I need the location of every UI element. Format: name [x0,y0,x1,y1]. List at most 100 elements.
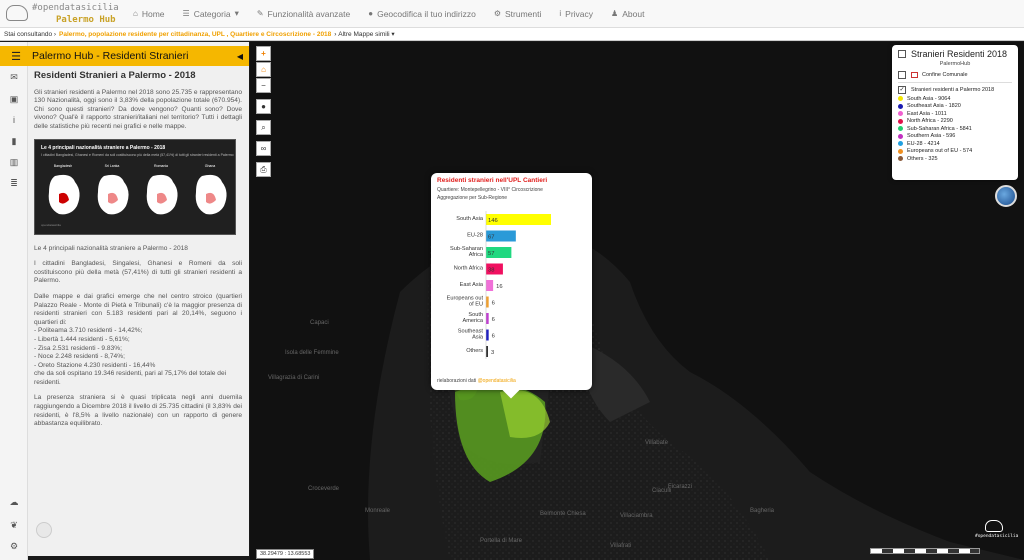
layer-checkbox[interactable]: ✓ [898,86,906,94]
legend-title: Stranieri Residenti 2018 [911,49,1008,59]
place-label: Villagrazia di Carini [268,375,319,381]
chart-icon[interactable]: ▥ [8,157,20,168]
legend-swatch [898,118,903,124]
category-label: Others [466,348,483,354]
place-label: Croceverde [308,486,340,492]
main-nav: ⌂ Home ☰ Categoria ▾ ✎ Funzionalità avanzate ● G… [124,8,653,19]
data-label: 67 [488,235,494,241]
breadcrumb-prefix: Stai consultando [4,30,53,38]
nav-label: Geocodifica il tuo indirizzo [377,8,476,19]
bar[interactable] [486,280,494,291]
boundary-label: Confine Comunale [922,72,968,78]
bookmark-icon[interactable]: ▮ [8,136,20,147]
legend-item-label: Southern Asia - 596 [907,133,956,139]
coordinate-readout: 38.29479 : 13.68553 [256,549,315,559]
legend-swatch [898,126,903,131]
popup-quartiere: Quartiere: Montepellegrino - VIII° Circo… [437,187,543,193]
mail-icon[interactable]: ✉ [8,72,20,83]
site-logo[interactable]: #opendatasicilia Palermo Hub [0,0,120,28]
list-icon: ☰ [182,9,190,18]
menu-icon[interactable]: ☰ [6,50,26,63]
legend-item-label: North Africa - 2290 [907,118,953,124]
cloud-logo-icon [985,520,1003,532]
brand-text: #opendatasicilia [975,534,1019,539]
legend-swatch [898,111,903,116]
bar[interactable] [486,329,489,341]
bar[interactable] [486,313,489,324]
avatar[interactable] [36,522,52,538]
collapse-left-icon[interactable]: ◀ [237,52,243,61]
legend-item: South Asia - 9064 [898,96,1012,102]
link-icon[interactable]: ∞ [256,141,271,156]
bar[interactable] [486,296,489,308]
opendatasicilia-logo: #opendatasicilia [975,520,1019,539]
district-line: Dalle mappe e dai grafici emerge che nel… [34,292,242,326]
cloud-icon[interactable]: ☁ [8,497,20,508]
nav-funzionalit-avanzate[interactable]: ✎ Funzionalità avanzate [248,9,359,19]
chevron-down-icon[interactable]: ▾ [390,30,394,38]
category-label: North Africa [454,266,484,272]
legend-item-label: South Asia - 9064 [907,95,951,102]
data-label: 6 [492,334,495,340]
scale-bar [870,548,980,554]
legend-toggle-checkbox[interactable] [898,50,906,58]
layer-label: Stranieri residenti a Palermo 2018 [911,87,995,93]
sidebar-content: Residenti Stranieri a Palermo - 2018 Gli… [34,70,242,436]
image-icon[interactable]: ▣ [8,94,20,105]
nav-label: Categoria [193,8,231,19]
infographic-subtitle: I cittadini Bangladesi, Ghanesi e Romeni… [41,152,234,157]
legend-item: Southeast Asia - 1820 [898,103,1012,109]
popup-footer: rielaborazioni dati @opendatasicilia [437,378,516,384]
legend-item-label: Europeans out of EU - 574 [907,148,973,154]
top-navbar: #opendatasicilia Palermo Hub ⌂ Home ☰ Categ… [0,0,1024,28]
legend-swatch [898,96,903,101]
mini-map: Romania [139,162,183,216]
info-icon: i [559,9,562,18]
legend-panel: Stranieri Residenti 2018 PalermoHub Conf… [892,45,1018,180]
data-label: 146 [488,218,498,224]
sidebar-panel: ☰ Palermo Hub - Residenti Stranieri ◀ Re… [0,42,249,556]
district-line: - Zisa 2.531 residenti - 9.83%; [34,344,122,352]
place-label: Villafrati [610,543,631,549]
data-label: 57 [488,251,494,257]
breadcrumb-more[interactable]: Altre Mappe simili [338,31,389,38]
gear-icon[interactable]: ⚙ [8,541,20,552]
nav-geocodifica-il-tuo-indirizzo[interactable]: ● Geocodifica il tuo indirizzo [359,9,485,19]
nav-strumenti[interactable]: ⚙ Strumenti [485,9,551,19]
basemap-globe-icon[interactable] [995,185,1017,207]
plant-icon[interactable]: ❦ [8,520,20,531]
data-label: 16 [496,284,502,290]
home-icon[interactable]: ⌂ [256,62,271,77]
print-icon[interactable]: ⎙ [256,162,271,177]
sidebar-heading: Residenti Stranieri a Palermo - 2018 [34,70,196,81]
mini-map-label: Bangladesh [53,163,73,168]
search-icon[interactable]: ⌕ [256,120,271,135]
nav-privacy[interactable]: i Privacy [550,9,602,19]
infographic-image[interactable]: Le 4 principali nazionalità straniere a … [34,138,236,235]
nav-about[interactable]: ♟ About [602,9,653,19]
paragraph-trend: La presenza straniera si è quasi triplic… [34,394,242,428]
info-icon[interactable]: i [8,115,20,125]
boundary-checkbox[interactable] [898,71,906,79]
info-popup: Residenti stranieri nell'UPL Cantieri Qu… [431,173,592,399]
place-label: Monreale [365,508,391,514]
location-pin-icon[interactable]: ● [256,99,271,114]
nav-categoria[interactable]: ☰ Categoria ▾ [174,8,248,19]
place-label: Belmonte Chiesa [540,511,586,517]
legend-item: EU-28 - 4214 [898,141,1012,147]
popup-footer-prefix: rielaborazioni dati [437,378,477,384]
logo-text-top: #opendatasicilia [32,2,119,13]
legend-item-label: Southeast Asia - 1820 [907,103,961,109]
legend-swatch [898,133,903,139]
bar[interactable] [486,346,488,357]
nav-home[interactable]: ⌂ Home [124,9,174,19]
zoom-in-button[interactable]: + [256,46,271,61]
database-icon[interactable]: ≣ [8,178,20,189]
breadcrumb-current[interactable]: Palermo, popolazione residente per citta… [59,31,331,38]
place-label: Capaci [310,320,329,326]
category-label: Africa [469,252,484,258]
zoom-out-button[interactable]: − [256,78,271,93]
legend-swatch [898,103,903,109]
nav-label: About [622,8,645,19]
district-line: che da soli ospitano 19.346 residenti, p… [34,370,227,386]
